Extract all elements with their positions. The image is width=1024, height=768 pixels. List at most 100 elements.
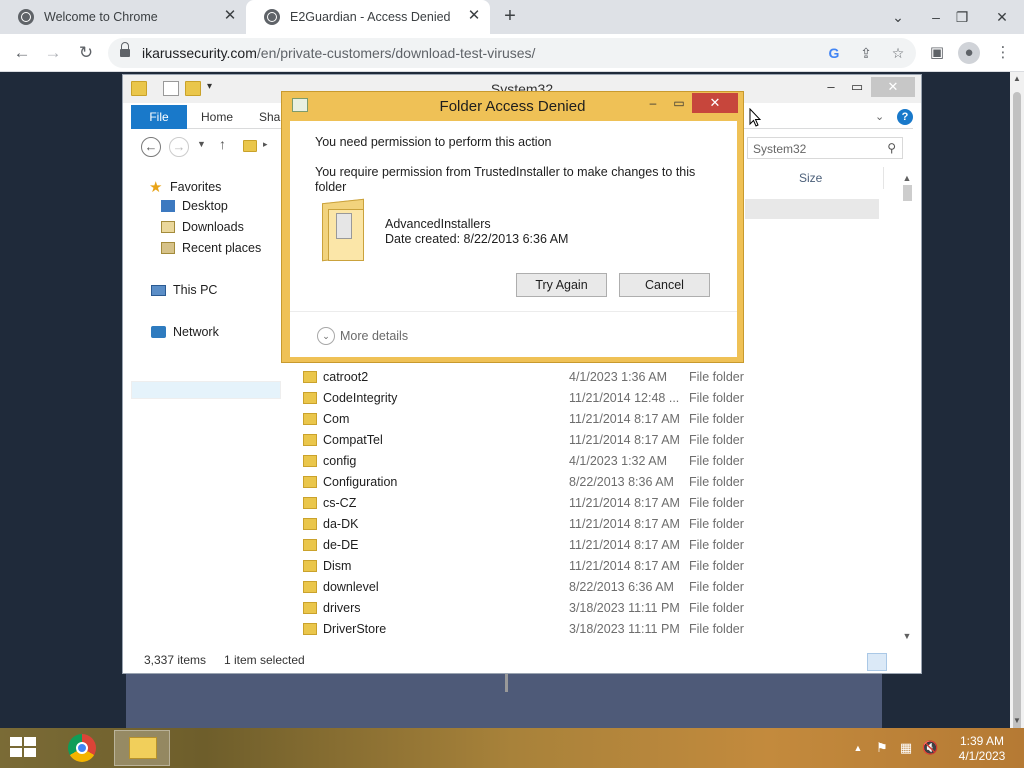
file-row[interactable]: config 4/1/2023 1:32 AM File folder (303, 450, 763, 471)
explorer-close-button[interactable]: ✕ (871, 77, 915, 97)
file-date: 4/1/2023 1:32 AM (569, 453, 667, 468)
taskbar-chrome[interactable] (54, 730, 110, 766)
restore-button[interactable]: ❐ (944, 0, 980, 34)
tab-welcome[interactable]: Welcome to Chrome ✕ (0, 0, 246, 34)
bookmark-star-icon[interactable]: ☆ (888, 43, 908, 63)
nav-downloads[interactable]: Downloads (161, 220, 244, 234)
page-scrollbar[interactable]: ▲ ▼ (1010, 72, 1024, 736)
network-tray-icon[interactable]: ▦ (898, 740, 914, 756)
network-icon (151, 326, 166, 338)
details-view-icon[interactable] (867, 653, 887, 671)
profile-avatar-icon[interactable]: ● (958, 42, 980, 64)
file-row[interactable]: DriverStore 3/18/2023 11:11 PM File folder (303, 618, 763, 639)
tab-close-icon[interactable]: ✕ (222, 8, 238, 24)
dialog-maximize-button[interactable]: ▭ (666, 94, 692, 112)
url-text[interactable]: ikarussecurity.com/en/private-customers/… (142, 45, 535, 61)
ribbon-tab-home[interactable]: Home (201, 105, 233, 129)
taskbar-clock[interactable]: 1:39 AM 4/1/2023 (952, 734, 1012, 764)
search-input[interactable]: System32 ⚲ (747, 137, 903, 159)
ribbon-expand-chevron-icon[interactable]: ⌄ (875, 105, 884, 129)
cancel-button[interactable]: Cancel (619, 273, 710, 297)
folder-icon (303, 454, 317, 467)
share-icon[interactable]: ⇪ (856, 43, 876, 63)
file-row[interactable]: cs-CZ 11/21/2014 8:17 AM File folder (303, 492, 763, 513)
mouse-pointer-icon (749, 108, 761, 127)
nav-selection-highlight (131, 381, 281, 399)
recent-locations-icon[interactable]: ▼ (197, 139, 206, 149)
file-row[interactable]: de-DE 11/21/2014 8:17 AM File folder (303, 534, 763, 555)
file-name: de-DE (323, 537, 359, 552)
breadcrumb-chevron-icon[interactable]: ▸ (263, 139, 268, 150)
file-row[interactable]: drivers 3/18/2023 11:11 PM File folder (303, 597, 763, 618)
column-header-size[interactable]: Size (799, 171, 822, 185)
file-row[interactable]: catroot2 4/1/2023 1:36 AM File folder (303, 366, 763, 387)
navigation-pane: ★ Favorites Desktop Downloads Recent pla… (131, 175, 281, 645)
folder-icon (303, 580, 317, 593)
taskbar-file-explorer[interactable] (114, 730, 170, 766)
file-date: 8/22/2013 8:36 AM (569, 474, 674, 489)
ribbon-tab-file[interactable]: File (131, 105, 187, 129)
file-row[interactable]: Dism 11/21/2014 8:17 AM File folder (303, 555, 763, 576)
file-type: File folder (689, 600, 744, 615)
menu-kebab-icon[interactable]: ⋮ (992, 42, 1014, 64)
file-date: 8/22/2013 6:36 AM (569, 579, 674, 594)
nav-favorites[interactable]: ★ Favorites (149, 178, 221, 196)
file-list-scrollbar-thumb[interactable] (903, 185, 912, 201)
explorer-back-button[interactable]: ← (141, 137, 161, 157)
nav-desktop[interactable]: Desktop (161, 199, 228, 213)
back-button[interactable]: ← (9, 40, 35, 66)
dialog-minimize-button[interactable]: – (640, 94, 666, 112)
file-name: DriverStore (323, 621, 387, 636)
up-arrow-icon[interactable]: ↑ (219, 136, 226, 152)
dialog-close-button[interactable]: ✕ (692, 93, 738, 113)
new-tab-button[interactable]: + (500, 6, 520, 26)
file-name: Configuration (323, 474, 398, 489)
file-row[interactable]: Configuration 8/22/2013 8:36 AM File folde… (303, 471, 763, 492)
globe-icon (264, 9, 280, 25)
action-center-flag-icon[interactable]: ⚑ (874, 740, 890, 756)
file-row[interactable]: da-DK 11/21/2014 8:17 AM File folder (303, 513, 763, 534)
nav-this-pc[interactable]: This PC (151, 283, 217, 297)
file-row[interactable]: CodeIntegrity 11/21/2014 12:48 ... File fo… (303, 387, 763, 408)
google-lens-icon[interactable]: G (824, 43, 844, 63)
windows-start-icon[interactable] (10, 737, 38, 759)
tray-expand-icon[interactable]: ▲ (850, 740, 866, 756)
try-again-button[interactable]: Try Again (516, 273, 607, 297)
column-separator[interactable] (883, 167, 884, 189)
reload-button[interactable]: ↻ (73, 40, 99, 66)
file-row[interactable]: Com 11/21/2014 8:17 AM File folder (303, 408, 763, 429)
scroll-down-arrow-icon[interactable]: ▼ (1010, 714, 1024, 728)
file-name: da-DK (323, 516, 359, 531)
nav-recent-places[interactable]: Recent places (161, 241, 261, 255)
large-icons-view-icon[interactable] (889, 653, 909, 671)
help-icon[interactable]: ? (897, 109, 913, 125)
side-panel-icon[interactable]: ▣ (926, 42, 948, 64)
file-type: File folder (689, 495, 744, 510)
explorer-maximize-button[interactable]: ▭ (843, 77, 871, 97)
lock-icon[interactable] (120, 42, 130, 58)
folder-icon (320, 198, 366, 263)
close-window-button[interactable]: ✕ (980, 0, 1024, 34)
desktop-icon (161, 200, 175, 212)
volume-muted-icon[interactable]: 🔇 (922, 740, 938, 756)
file-row[interactable]: downlevel 8/22/2013 6:36 AM File folder (303, 576, 763, 597)
scroll-up-arrow-icon[interactable]: ▲ (899, 171, 915, 185)
chevron-down-icon[interactable]: ⌄ (317, 327, 335, 345)
more-details-link[interactable]: More details (340, 329, 408, 343)
page-scrollbar-thumb[interactable] (1013, 92, 1021, 736)
forward-button[interactable]: → (40, 40, 66, 66)
scroll-up-arrow-icon[interactable]: ▲ (1010, 72, 1024, 86)
explorer-forward-button[interactable]: → (169, 137, 189, 157)
tab-access-denied[interactable]: E2Guardian - Access Denied ✕ (246, 0, 490, 34)
address-bar[interactable]: ikarussecurity.com/en/private-customers/… (108, 38, 916, 68)
tab-search-chevron-icon[interactable]: ⌄ (880, 0, 916, 34)
explorer-minimize-button[interactable]: – (817, 77, 845, 97)
file-type: File folder (689, 453, 744, 468)
tab-close-icon[interactable]: ✕ (466, 8, 482, 24)
file-row[interactable]: CompatTel 11/21/2014 8:17 AM File folder (303, 429, 763, 450)
file-list-scrollbar[interactable]: ▲ ▼ (899, 171, 915, 643)
scroll-down-arrow-icon[interactable]: ▼ (899, 629, 915, 643)
folder-icon (303, 517, 317, 530)
nav-network[interactable]: Network (151, 325, 219, 339)
file-type: File folder (689, 579, 744, 594)
